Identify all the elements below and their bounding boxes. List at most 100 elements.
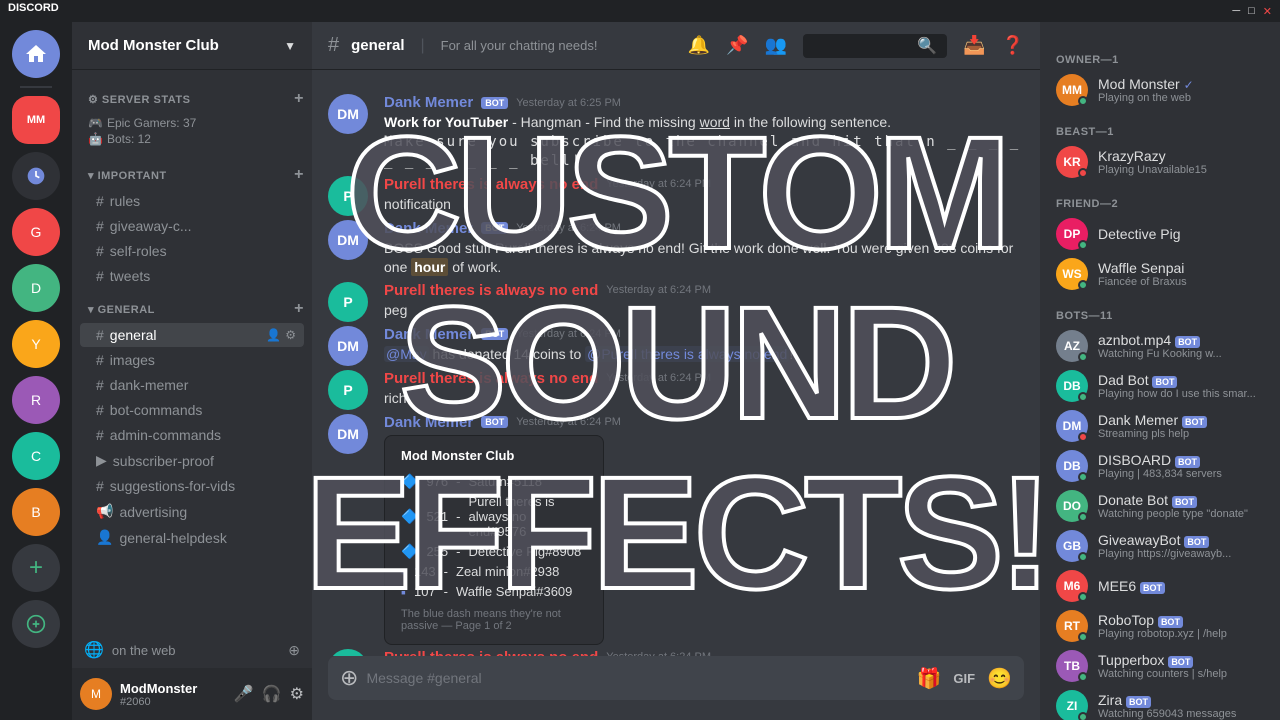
server-icon-mod-monster[interactable]: MM — [12, 96, 60, 144]
coin-icon: ▪ — [401, 584, 406, 600]
member-info: Zira BOT Watching 659043 messages — [1098, 692, 1264, 720]
settings-btn[interactable]: ⚙ — [290, 684, 304, 704]
coin-icon: 🔷 — [401, 473, 418, 490]
bot-badge: BOT — [481, 97, 508, 109]
channel-self-roles[interactable]: # self-roles — [80, 239, 304, 263]
member-item[interactable]: GB GiveawayBot BOT Playing https://givea… — [1048, 526, 1272, 566]
on-the-web-link[interactable]: 🌐 on the web ⊕ — [72, 632, 312, 668]
add-member-icon[interactable]: 👤 — [266, 328, 281, 342]
mute-btn[interactable]: 🎤 — [234, 684, 254, 704]
member-status: Watching counters | s/help — [1098, 668, 1264, 680]
member-item[interactable]: DO Donate Bot BOT Watching people type "… — [1048, 486, 1272, 526]
server-icon-2[interactable] — [12, 152, 60, 200]
search-input[interactable] — [811, 38, 911, 53]
member-avatar: DB — [1056, 450, 1088, 482]
category-general[interactable]: ▾ GENERAL + — [72, 296, 312, 322]
member-item[interactable]: TB Tupperbox BOT Watching counters | s/h… — [1048, 646, 1272, 686]
hash-icon: ▶ — [96, 452, 107, 469]
stats-label: ⚙ SERVER STATS — [88, 93, 190, 106]
member-avatar: ZI — [1056, 690, 1088, 720]
channel-helpdesk[interactable]: 👤 general-helpdesk — [80, 525, 304, 550]
add-link-icon[interactable]: ⊕ — [288, 642, 300, 659]
category-important[interactable]: ▾ IMPORTANT + — [72, 162, 312, 188]
inbox-icon[interactable]: 📥 — [963, 35, 985, 56]
search-bar[interactable]: 🔍 — [803, 34, 947, 58]
member-status: Fiancée of Braxus — [1098, 276, 1264, 288]
channel-giveaway[interactable]: # giveaway-c... — [80, 214, 304, 238]
pin-icon[interactable]: 📌 — [726, 35, 748, 56]
emoji-btn[interactable]: 😊 — [987, 666, 1012, 691]
channel-tweets[interactable]: # tweets — [80, 264, 304, 288]
member-avatar: WS — [1056, 258, 1088, 290]
member-item[interactable]: WS Waffle Senpai Fiancée of Braxus — [1048, 254, 1272, 294]
channel-advertising[interactable]: 📢 advertising — [80, 499, 304, 524]
minimize-btn[interactable]: ─ — [1232, 5, 1240, 17]
add-general-channel-icon[interactable]: + — [294, 300, 304, 318]
status-dot — [1078, 168, 1088, 178]
member-item[interactable]: DB DISBOARD BOT Playing | 483,834 server… — [1048, 446, 1272, 486]
guild-header[interactable]: Mod Monster Club ▼ — [72, 22, 312, 70]
close-btn[interactable]: ✕ — [1263, 5, 1272, 18]
channel-subscriber-proof[interactable]: ▶ subscriber-proof — [80, 448, 304, 473]
channel-suggestions[interactable]: # suggestions-for-vids — [80, 474, 304, 498]
message-content: Purell theres is always no end Yesterday… — [384, 176, 1024, 216]
member-name: KrazyRazy — [1098, 148, 1264, 164]
main-content: # general | For all your chatting needs!… — [312, 22, 1040, 720]
maximize-btn[interactable]: □ — [1248, 5, 1255, 17]
channel-self-roles-label: self-roles — [110, 243, 167, 259]
channel-dank-memer[interactable]: # dank-memer — [80, 373, 304, 397]
server-icon-5[interactable]: Y — [12, 320, 60, 368]
help-icon[interactable]: ❓ — [1002, 35, 1024, 56]
add-server-btn[interactable]: + — [12, 544, 60, 592]
server-icon-8[interactable]: B — [12, 488, 60, 536]
message-author: Dank Memer — [384, 220, 473, 237]
members-icon[interactable]: 👥 — [765, 35, 787, 56]
member-item[interactable]: KR KrazyRazy Playing Unavailable15 — [1048, 142, 1272, 182]
bot-badge: BOT — [481, 222, 508, 234]
message-text: rich — [384, 389, 1024, 409]
messages-area[interactable]: CUSTOM SOUND EFFECTS! DM Dank Memer BOT … — [312, 70, 1040, 656]
member-item[interactable]: DP Detective Pig — [1048, 214, 1272, 254]
add-important-channel-icon[interactable]: + — [294, 166, 304, 184]
member-item[interactable]: AZ aznbot.mp4 BOT Watching Fu Kooking w.… — [1048, 326, 1272, 366]
channel-bot-commands[interactable]: # bot-commands — [80, 398, 304, 422]
gift-icon[interactable]: 🎁 — [917, 666, 942, 691]
settings-icon[interactable]: ⚙ — [285, 328, 296, 342]
member-item[interactable]: ZI Zira BOT Watching 659043 messages — [1048, 686, 1272, 720]
status-dot — [1078, 280, 1088, 290]
gif-btn[interactable]: GIF — [953, 671, 975, 686]
server-icon-7[interactable]: C — [12, 432, 60, 480]
channel-topic: For all your chatting needs! — [441, 38, 598, 53]
member-item[interactable]: RT RoboTop BOT Playing robotop.xyz | /he… — [1048, 606, 1272, 646]
add-channel-icon[interactable]: + — [294, 90, 304, 108]
channel-admin-commands[interactable]: # admin-commands — [80, 423, 304, 447]
message-input[interactable] — [366, 670, 908, 686]
channel-hash-icon: # — [328, 34, 339, 57]
message-timestamp: Yesterday at 6:24 PM — [606, 284, 711, 296]
richest-note: The blue dash means they're not passive … — [401, 608, 587, 632]
notification-bell-icon[interactable]: 🔔 — [688, 35, 710, 56]
member-status: Watching 659043 messages — [1098, 708, 1264, 720]
member-item[interactable]: DB Dad Bot BOT Playing how do I use this… — [1048, 366, 1272, 406]
channel-general[interactable]: # general 👤 ⚙ — [80, 323, 304, 347]
member-item[interactable]: M6 MEE6 BOT — [1048, 566, 1272, 606]
server-icon-4[interactable]: D — [12, 264, 60, 312]
member-item[interactable]: MM Mod Monster ✓ Playing on the web — [1048, 70, 1272, 110]
member-item[interactable]: DM Dank Memer BOT Streaming pls help — [1048, 406, 1272, 446]
server-icon-3[interactable]: G — [12, 208, 60, 256]
member-info: RoboTop BOT Playing robotop.xyz | /help — [1098, 612, 1264, 640]
deafen-btn[interactable]: 🎧 — [262, 684, 282, 704]
explore-btn[interactable] — [12, 600, 60, 648]
channel-images[interactable]: # images — [80, 348, 304, 372]
category-general-label: ▾ GENERAL — [88, 303, 155, 316]
channel-rules[interactable]: # rules — [80, 189, 304, 213]
status-dot — [1078, 672, 1088, 682]
member-name: GiveawayBot BOT — [1098, 532, 1264, 548]
member-status: Playing Unavailable15 — [1098, 164, 1264, 176]
server-icon-6[interactable]: R — [12, 376, 60, 424]
status-dot — [1078, 592, 1088, 602]
message-content: Dank Memer BOT Yesterday at 6:24 PM Mod … — [384, 414, 1024, 645]
home-button[interactable] — [12, 30, 60, 78]
attach-file-btn[interactable]: ⊕ — [340, 665, 358, 691]
avatar: DM — [328, 414, 368, 454]
